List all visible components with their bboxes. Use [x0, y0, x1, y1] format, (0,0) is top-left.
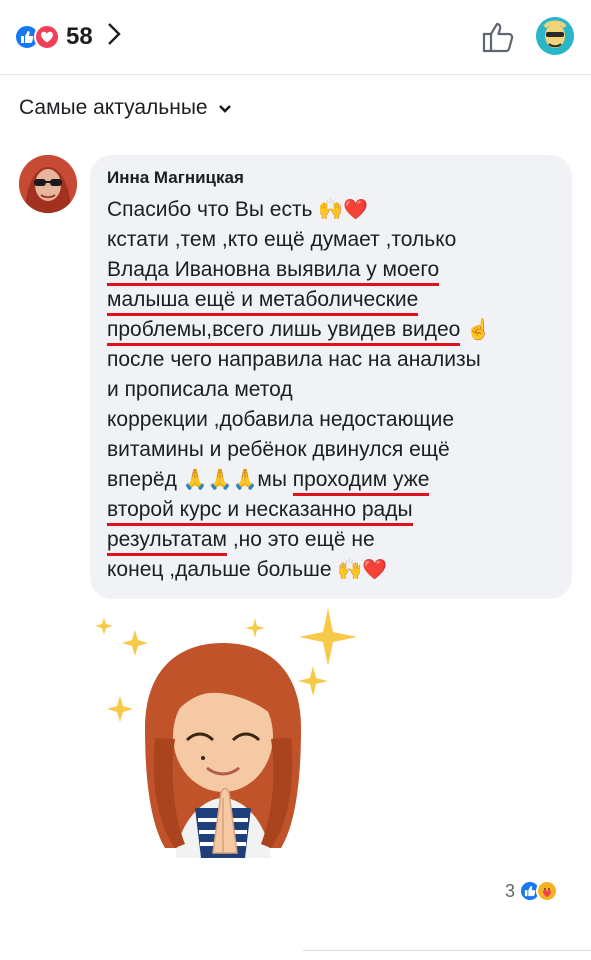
underlined-text: результатам: [107, 528, 227, 556]
comment-reaction-count: 3: [505, 880, 516, 901]
love-icon: [34, 23, 60, 50]
comment-text-line: проблемы,всего лишь увидев видео ☝️: [107, 315, 492, 346]
comment-text-line: второй курс и несказанно рады: [107, 495, 413, 526]
comment-text-line: после чего направила нас на анализы: [107, 348, 481, 371]
user-avatar[interactable]: [536, 17, 574, 55]
underlined-text: малыша ещё и метаболические: [107, 288, 419, 316]
comment-text-line: коррекции ,добавила недостающие: [107, 408, 455, 431]
chevron-down-icon: [218, 96, 232, 120]
comment-text-line: и прописала метод: [107, 378, 293, 401]
comment-author-name[interactable]: Инна Магницкая: [107, 168, 244, 188]
comment-text-line: малыша ещё и метаболические: [107, 285, 419, 316]
comment-sort-dropdown[interactable]: Самые актуальные: [19, 96, 232, 120]
comment-author-avatar[interactable]: [19, 155, 77, 213]
chevron-right-icon[interactable]: [107, 22, 121, 51]
underlined-text: проходим уже: [292, 468, 430, 496]
post-reactions-header: 58: [0, 0, 591, 75]
sort-label: Самые актуальные: [19, 96, 208, 119]
reaction-count: 58: [66, 22, 93, 50]
underlined-text: проблемы,всего лишь увидев видео: [107, 318, 461, 346]
comment-text-line: кстати ,тем ,кто ещё думает ,только: [107, 228, 457, 251]
divider: [303, 950, 591, 951]
comment-text-line: вперёд 🙏🙏🙏мы проходим уже: [107, 465, 430, 496]
care-icon: [536, 880, 559, 902]
emoji: ☝️: [466, 319, 492, 341]
like-button[interactable]: [480, 19, 516, 60]
comment-text-line: результатам ,но это ещё не: [107, 525, 375, 556]
underlined-text: второй курс и несказанно рады: [107, 498, 413, 526]
comment-text-line: Спасибо что Вы есть 🙌❤️: [107, 198, 369, 221]
emoji: 🙌❤️: [337, 559, 388, 581]
underlined-text: Влада Ивановна выявила у моего: [107, 258, 440, 286]
comment-reactions[interactable]: 3: [505, 880, 559, 902]
comment-text-line: конец ,дальше больше 🙌❤️: [107, 558, 388, 581]
comment-text-line: Влада Ивановна выявила у моего: [107, 255, 440, 286]
comment-text-line: витамины и ребёнок двинулся ещё: [107, 438, 450, 461]
reaction-summary[interactable]: 58: [14, 22, 121, 51]
emoji: 🙏🙏🙏: [182, 469, 258, 491]
emoji: 🙌❤️: [318, 199, 369, 221]
avatar-sticker: [95, 608, 365, 868]
